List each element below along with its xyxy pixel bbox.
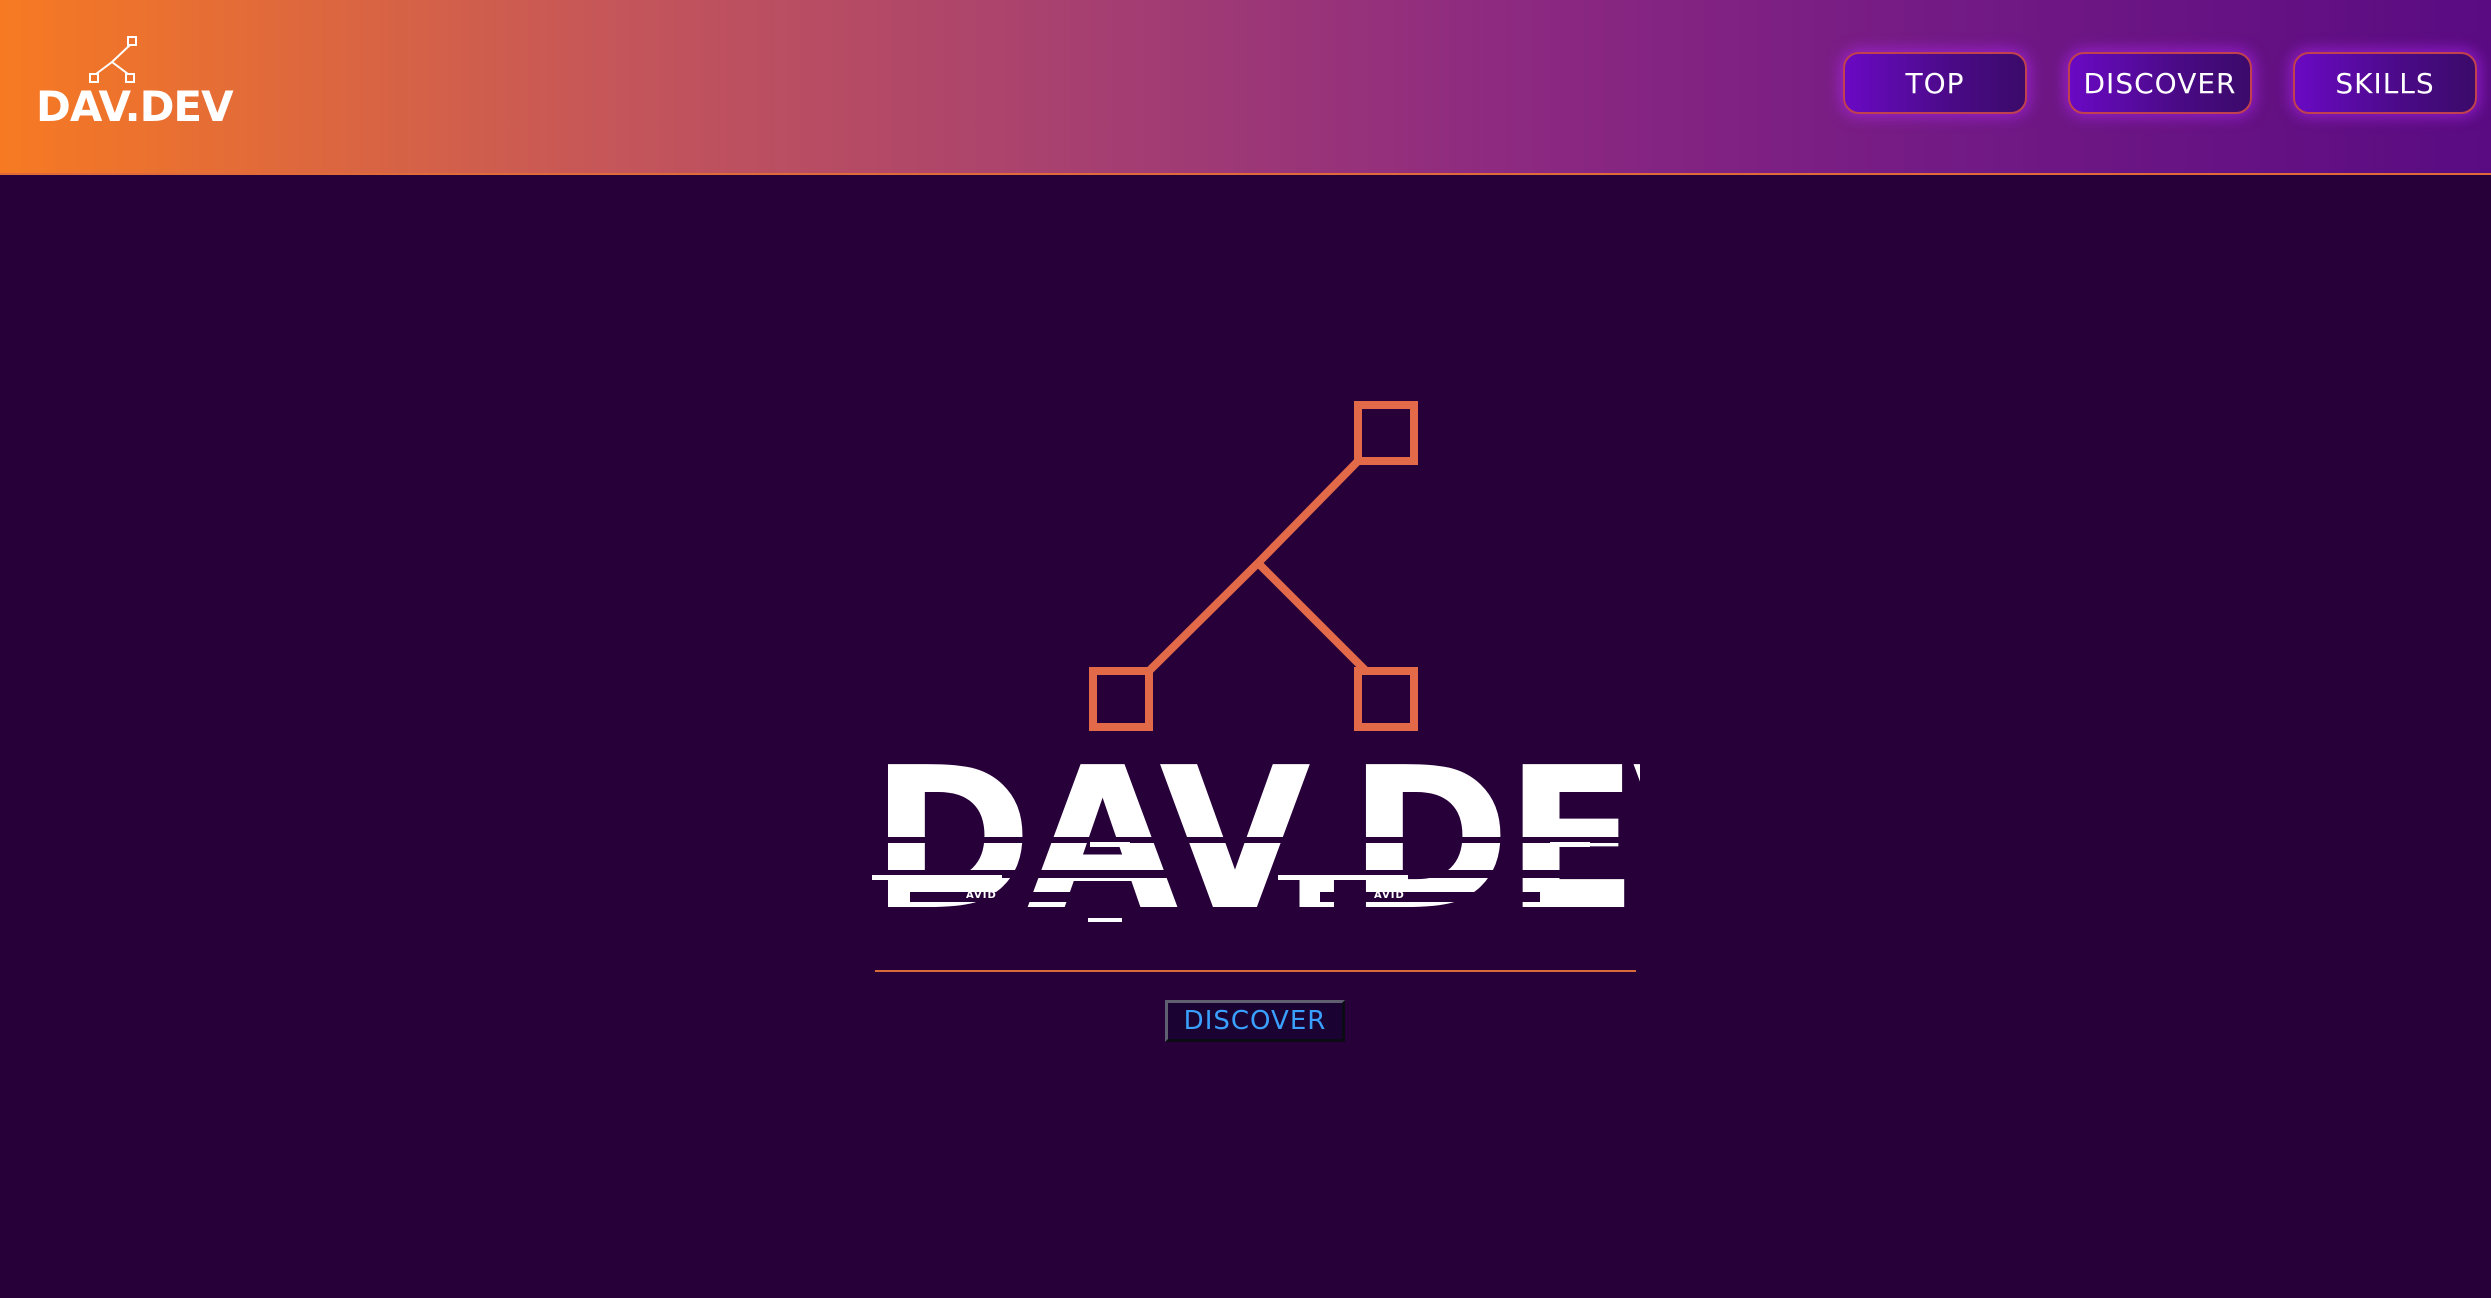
glitch-label: AVID [1374, 890, 1405, 901]
node-tree-icon [1089, 401, 1418, 731]
glitch-slice [1088, 918, 1122, 922]
glitch-slice [910, 892, 1130, 902]
glitch-slice [1090, 842, 1130, 847]
glitch-label: AVID [966, 890, 997, 901]
nav-skills-button[interactable]: SKILLS [2293, 52, 2477, 114]
header-logo[interactable]: DAV.DEV [36, 34, 234, 134]
site-header: DAV.DEV TOP DISCOVER SKILLS [0, 0, 2491, 175]
hero-divider [875, 970, 1636, 972]
nav-top-button[interactable]: TOP [1843, 52, 2027, 114]
discover-button[interactable]: DISCOVER [1165, 1000, 1345, 1042]
header-logo-text: DAV.DEV [36, 82, 234, 131]
nav-discover-button[interactable]: DISCOVER [2068, 52, 2252, 114]
glitch-slice [870, 837, 1640, 843]
hero-title: DAV.DEV AVID AVID [870, 742, 1640, 932]
glitch-slice [1320, 892, 1540, 902]
glitch-slice [872, 875, 1002, 880]
glitch-slice [1550, 842, 1590, 847]
glitch-slice [1278, 875, 1408, 880]
